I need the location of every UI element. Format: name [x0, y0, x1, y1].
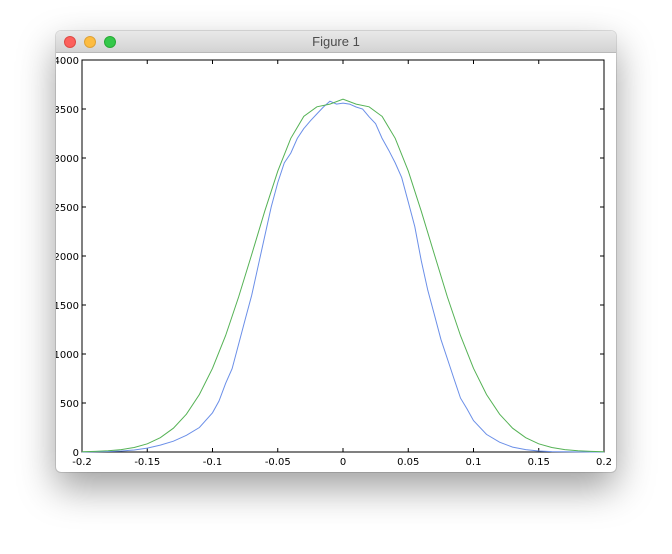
x-tick-label: 0.1	[466, 457, 482, 468]
window-title: Figure 1	[312, 34, 360, 49]
x-tick-label: -0.1	[203, 457, 223, 468]
y-tick-label: 1000	[56, 350, 79, 361]
axes-frame	[81, 59, 605, 453]
y-tick-label: 4000	[56, 56, 79, 67]
x-tick-label: 0	[340, 457, 346, 468]
y-tick-label: 1500	[56, 301, 79, 312]
y-tick-label: 3500	[56, 105, 79, 116]
x-tick-label: -0.15	[134, 457, 160, 468]
y-tick-label: 2000	[56, 252, 79, 263]
x-tick-label: -0.05	[265, 457, 291, 468]
x-tick-label: 0.15	[528, 457, 550, 468]
plot-canvas: -0.2 -0.15 -0.1 -0.05 0 0.05 0.1 0.15 0.2 050010…	[56, 56, 612, 468]
x-tick-label: 0.05	[397, 457, 419, 468]
figure-window: Figure 1 -0.2 -0.15 -0.1 -0.05 0 0.05 0.1 0.15 0…	[56, 31, 616, 472]
y-tick-label: 500	[60, 399, 79, 410]
y-tick-label: 3000	[56, 154, 79, 165]
y-tick-label: 0	[73, 448, 79, 459]
title-bar[interactable]: Figure 1	[56, 31, 616, 53]
x-tick-label: 0.2	[596, 457, 612, 468]
y-tick-label: 2500	[56, 203, 79, 214]
